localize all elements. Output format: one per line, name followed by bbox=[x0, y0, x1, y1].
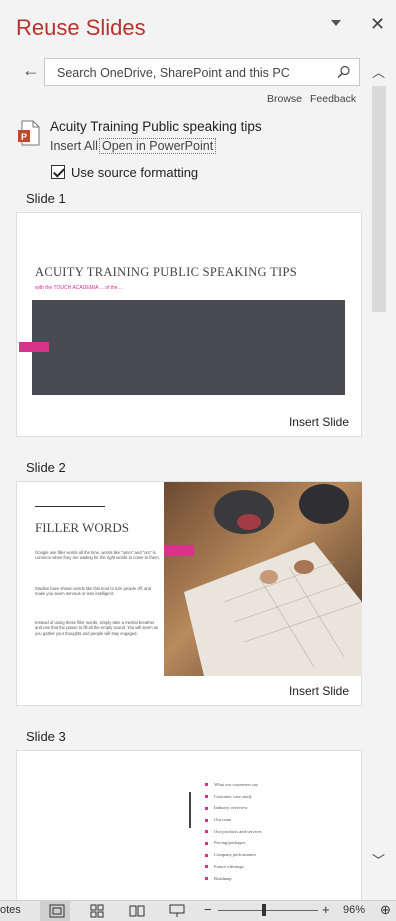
powerpoint-file-icon: P bbox=[18, 120, 40, 146]
bullet-marker bbox=[205, 876, 208, 880]
bullet-marker bbox=[205, 818, 208, 822]
svg-text:P: P bbox=[21, 132, 27, 142]
bullet-marker bbox=[205, 783, 208, 787]
slide-1-dark-panel bbox=[32, 300, 345, 395]
slide-2-paragraph-3: Instead of using these filler words, sim… bbox=[35, 620, 159, 636]
slide-sorter-icon[interactable] bbox=[88, 904, 106, 918]
slide-3-bullet-text: Pricing/packages bbox=[214, 840, 246, 846]
slide-2-photo bbox=[164, 482, 362, 676]
slide-3-bullet: Future offerings bbox=[205, 861, 262, 873]
slide-2-paragraph-1: Google use filler words all the time, wo… bbox=[35, 550, 160, 561]
bullet-marker bbox=[205, 853, 208, 857]
browse-link[interactable]: Browse bbox=[267, 93, 302, 105]
bullet-marker bbox=[205, 865, 208, 869]
slide-3-bullet-text: What our customers say bbox=[214, 782, 259, 787]
scroll-up-icon[interactable]: ︿ bbox=[372, 62, 385, 81]
search-input[interactable] bbox=[55, 65, 329, 81]
bullet-marker bbox=[205, 830, 208, 834]
slide-3-bullet: Roadmap bbox=[205, 873, 262, 885]
search-box[interactable] bbox=[44, 58, 360, 86]
insert-slide-2-button[interactable]: Insert Slide bbox=[289, 684, 349, 698]
slide-3-bullet-text: Our team bbox=[214, 817, 232, 823]
bullet-marker bbox=[205, 806, 208, 810]
bullet-marker bbox=[205, 841, 208, 845]
scrollbar-thumb[interactable] bbox=[372, 86, 386, 312]
notes-button[interactable]: otes bbox=[0, 904, 21, 916]
zoom-in-button[interactable]: + bbox=[322, 902, 330, 917]
slide-2-label: Slide 2 bbox=[26, 460, 66, 475]
open-in-powerpoint-link[interactable]: Open in PowerPoint bbox=[99, 138, 217, 154]
back-arrow-icon[interactable]: ← bbox=[22, 60, 40, 81]
slide-3-vertical-rule bbox=[189, 792, 191, 828]
slide-2-title: FILLER WORDS bbox=[35, 520, 130, 535]
bullet-marker bbox=[205, 795, 208, 799]
slide-3-bullet: Pricing/packages bbox=[205, 837, 262, 849]
slide-3-bullet-text: Roadmap bbox=[214, 875, 232, 881]
slide-3-bullet-text: Our products and services bbox=[214, 828, 262, 834]
slide-3-bullet-text: Customer case study bbox=[214, 793, 253, 799]
insert-all-link[interactable]: Insert All bbox=[50, 139, 98, 153]
slide-3-bullet: Our team bbox=[205, 814, 262, 826]
pane-options-chevron-down-icon[interactable] bbox=[331, 20, 341, 26]
zoom-out-button[interactable]: − bbox=[204, 902, 212, 917]
slide-2-paragraph-2: Studies have shown words like this tend … bbox=[35, 586, 152, 597]
pane-title: Reuse Slides bbox=[16, 15, 146, 40]
slide-1-card[interactable]: ACUITY TRAINING PUBLIC SPEAKING TIPS wit… bbox=[16, 212, 362, 437]
vertical-scrollbar[interactable]: ︿ ﹀ bbox=[369, 58, 389, 882]
slide-3-label: Slide 3 bbox=[26, 729, 66, 744]
use-source-formatting-checkbox[interactable] bbox=[51, 165, 65, 179]
search-icon[interactable] bbox=[337, 65, 351, 79]
slide-1-subtitle: with the TOUCH ACADEMIA ... of the ... bbox=[35, 285, 124, 291]
scroll-down-icon[interactable]: ﹀ bbox=[372, 850, 385, 869]
slide-3-card[interactable]: What our customers say Customer case stud… bbox=[16, 750, 362, 900]
close-icon[interactable]: ✕ bbox=[370, 14, 385, 35]
slide-3-bullet: Industry overview bbox=[205, 802, 262, 814]
normal-view-icon[interactable] bbox=[48, 904, 66, 918]
slide-1-pink-accent bbox=[19, 342, 49, 352]
zoom-level[interactable]: 96% bbox=[343, 904, 365, 916]
slide-1-label: Slide 1 bbox=[26, 191, 66, 206]
reading-view-icon[interactable] bbox=[128, 904, 146, 918]
slide-3-bullet-text: Industry overview bbox=[214, 805, 248, 811]
slide-show-icon[interactable] bbox=[168, 904, 186, 918]
slide-3-bullet: What our customers say bbox=[205, 779, 262, 791]
slide-3-bullet-list: What our customers say Customer case stud… bbox=[205, 779, 262, 884]
insert-slide-1-button[interactable]: Insert Slide bbox=[289, 415, 349, 429]
slide-3-bullet-text: Company performance bbox=[214, 852, 257, 858]
slide-1-title: ACUITY TRAINING PUBLIC SPEAKING TIPS bbox=[35, 265, 297, 279]
fit-to-window-icon[interactable]: ⊕ bbox=[380, 902, 391, 918]
slide-3-bullet-text: Future offerings bbox=[214, 863, 244, 869]
use-source-formatting-label: Use source formatting bbox=[71, 165, 199, 180]
slide-3-bullet: Our products and services bbox=[205, 826, 262, 838]
status-bar: otes − + 96% ⊕ bbox=[0, 900, 396, 921]
slide-2-rule bbox=[35, 506, 105, 507]
slide-3-bullet: Company performance bbox=[205, 849, 262, 861]
feedback-link[interactable]: Feedback bbox=[310, 93, 356, 105]
slide-2-card[interactable]: FILLER WORDS Google use filler words all… bbox=[16, 481, 362, 706]
reuse-slides-pane: Reuse Slides ✕ ← Browse Feedback P Acuit… bbox=[0, 0, 396, 900]
slide-3-bullet: Customer case study bbox=[205, 791, 262, 803]
file-name: Acuity Training Public speaking tips bbox=[50, 119, 262, 134]
zoom-slider-track[interactable] bbox=[218, 910, 318, 911]
zoom-slider-thumb[interactable] bbox=[262, 904, 266, 916]
